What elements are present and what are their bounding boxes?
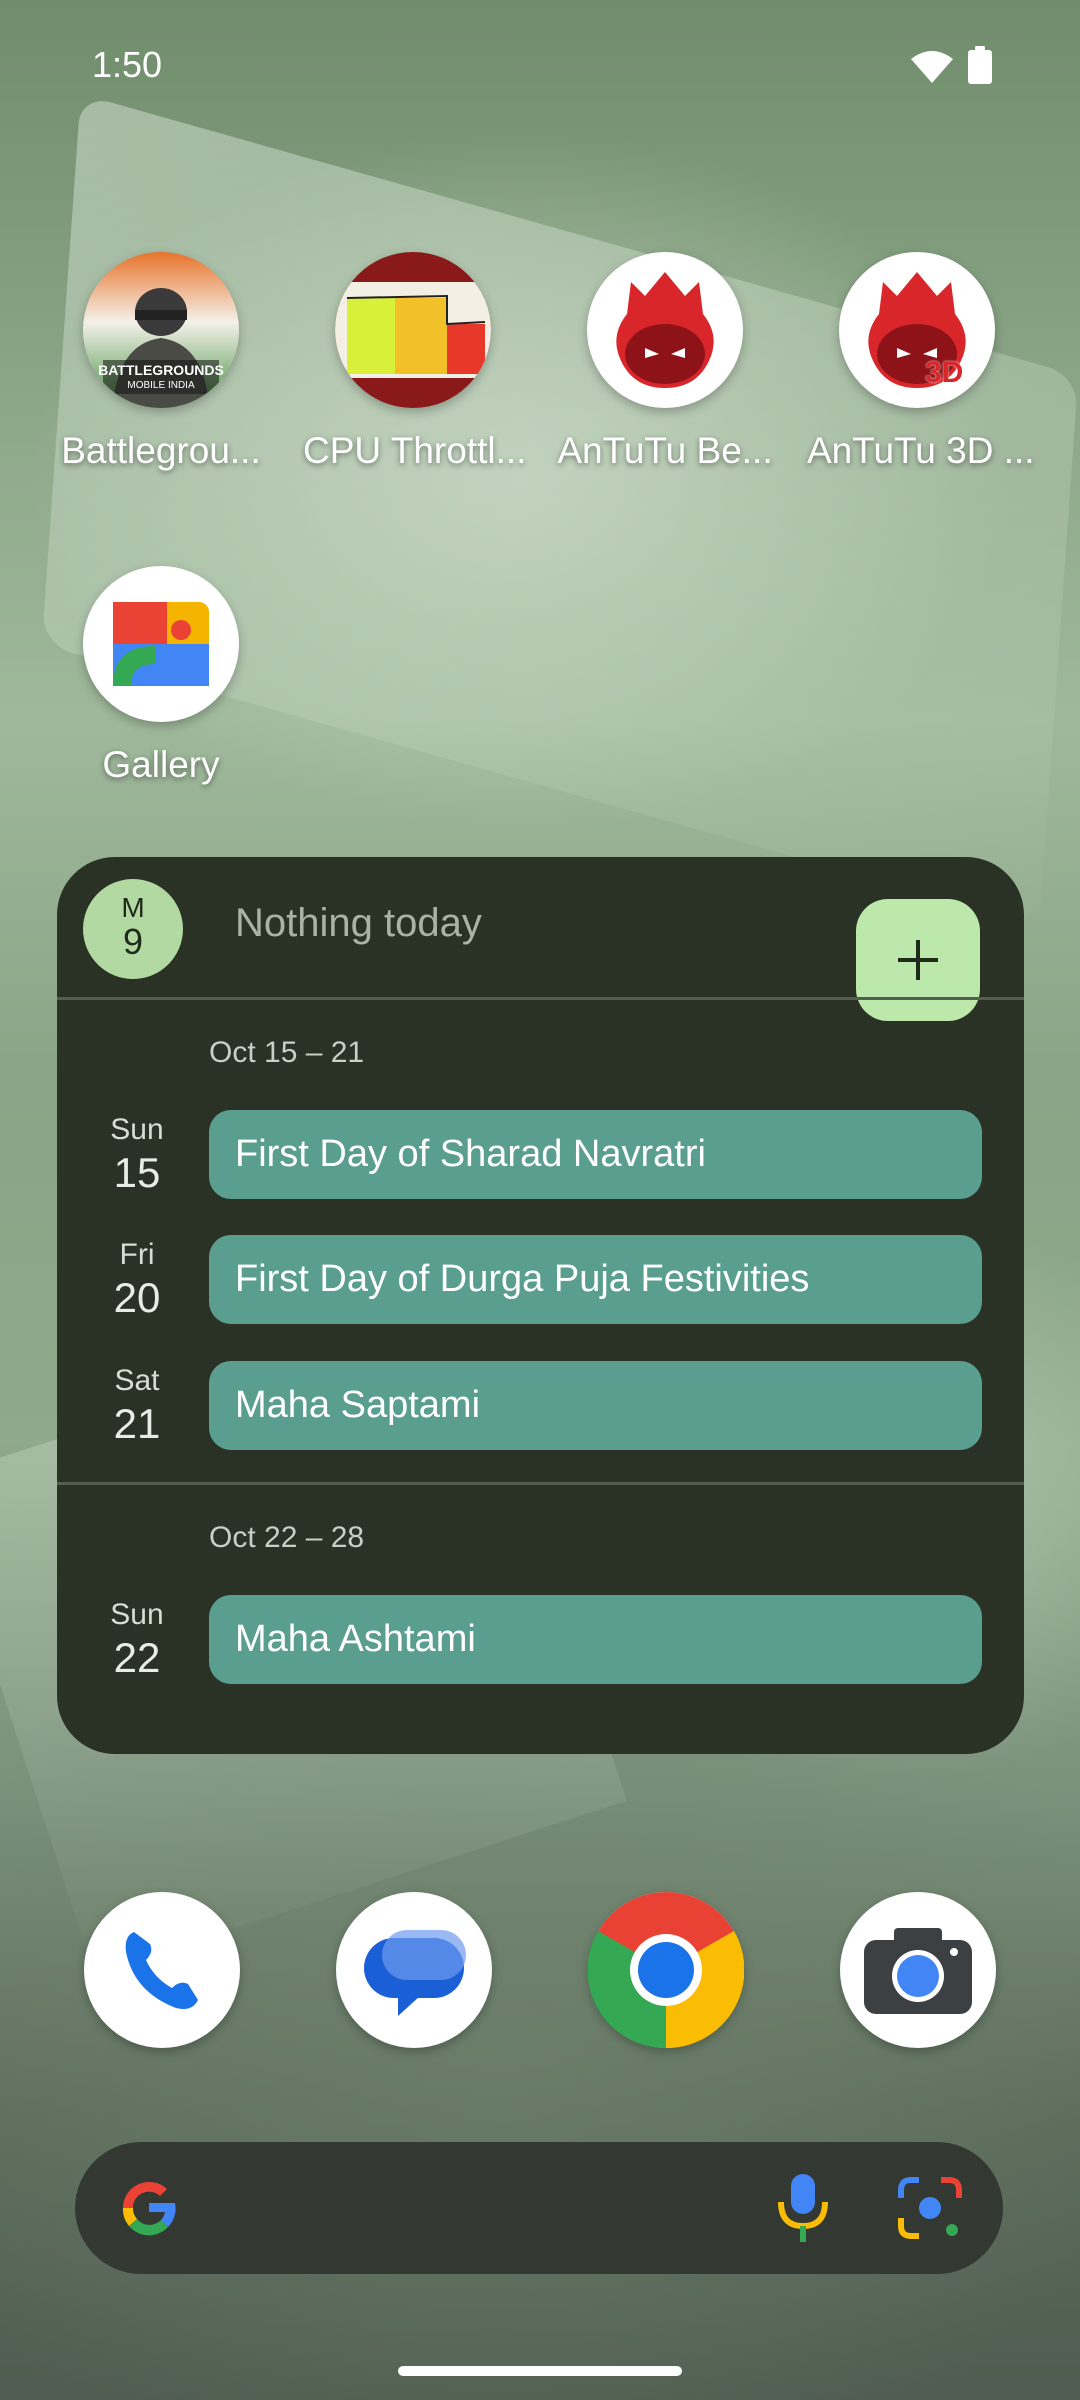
battery-icon xyxy=(968,46,992,84)
app-label: AnTuTu Be... xyxy=(557,430,773,471)
today-date-badge: M 9 xyxy=(83,879,183,979)
day-number: 20 xyxy=(113,1274,161,1321)
divider xyxy=(57,997,1024,1000)
app-label: AnTuTu 3D ... xyxy=(807,430,1035,471)
home-indicator[interactable] xyxy=(398,2366,682,2376)
battlegrounds-icon-text: BATTLEGROUNDS xyxy=(98,362,224,378)
nothing-today-text: Nothing today xyxy=(235,901,482,945)
day-number: 21 xyxy=(113,1400,161,1447)
home-screen: 1:50 BATTLEGROUNDS MOBILE INDIA Battlegr… xyxy=(0,0,1080,2400)
google-search-bar[interactable] xyxy=(75,2142,1003,2274)
day-name: Fri xyxy=(119,1238,155,1271)
calendar-event[interactable]: First Day of Durga Puja Festivities xyxy=(209,1235,982,1324)
calendar-event[interactable]: First Day of Sharad Navratri xyxy=(209,1110,982,1199)
calendar-event[interactable]: Maha Ashtami xyxy=(209,1595,982,1684)
google-g-icon xyxy=(122,2181,176,2236)
week-range: Oct 15 – 21 xyxy=(209,1036,365,1069)
calendar-event[interactable]: Maha Saptami xyxy=(209,1361,982,1450)
dock-phone[interactable] xyxy=(84,1892,240,2048)
lens-icon[interactable] xyxy=(897,2176,963,2240)
day-name: Sat xyxy=(114,1364,160,1397)
divider xyxy=(57,1482,1024,1485)
app-antutu-benchmark[interactable]: AnTuTu Be... xyxy=(555,252,775,472)
app-label: Battlegrou... xyxy=(61,430,261,471)
day-number: 15 xyxy=(113,1149,161,1196)
dock-messages[interactable] xyxy=(336,1892,492,2048)
cpu-throttling-icon xyxy=(335,252,491,408)
antutu-benchmark-icon xyxy=(587,252,743,408)
day-name: Sun xyxy=(110,1113,164,1146)
mic-icon[interactable] xyxy=(773,2170,833,2246)
day-number: 22 xyxy=(113,1634,161,1681)
status-bar: 1:50 xyxy=(0,0,1080,130)
app-gallery[interactable]: Gallery xyxy=(51,566,271,786)
dock-chrome[interactable] xyxy=(587,1892,745,2049)
today-day: 9 xyxy=(122,921,144,962)
battlegrounds-icon: BATTLEGROUNDS MOBILE INDIA xyxy=(83,252,239,408)
gallery-icon xyxy=(83,566,239,722)
add-event-button[interactable] xyxy=(856,899,980,1021)
battlegrounds-icon-subtext: MOBILE INDIA xyxy=(127,380,195,391)
camera-icon xyxy=(864,1928,972,2014)
status-time: 1:50 xyxy=(92,44,163,85)
week-range: Oct 22 – 28 xyxy=(209,1521,365,1554)
today-month: M xyxy=(121,892,145,923)
chrome-icon xyxy=(587,1892,745,2049)
wifi-icon xyxy=(911,51,953,83)
messages-icon xyxy=(364,1930,466,2016)
calendar-widget[interactable]: M 9 Nothing today Oct 15 – 21 Sun 15 Fir… xyxy=(57,857,1024,1754)
dock-camera[interactable] xyxy=(840,1892,996,2048)
app-cpu-throttling[interactable]: CPU Throttl... xyxy=(303,252,527,472)
app-label: Gallery xyxy=(102,744,220,785)
plus-icon xyxy=(898,940,938,980)
wallpaper-crystal xyxy=(41,93,1079,927)
day-name: Sun xyxy=(110,1598,164,1631)
app-label: CPU Throttl... xyxy=(303,430,527,471)
phone-icon xyxy=(125,1932,198,2009)
app-battlegrounds[interactable]: BATTLEGROUNDS MOBILE INDIA Battlegrou... xyxy=(51,252,271,472)
antutu-3d-icon: 3D xyxy=(839,252,995,408)
app-antutu-3d[interactable]: 3D AnTuTu 3D ... xyxy=(807,252,1035,472)
antutu-3d-badge: 3D xyxy=(925,356,964,389)
